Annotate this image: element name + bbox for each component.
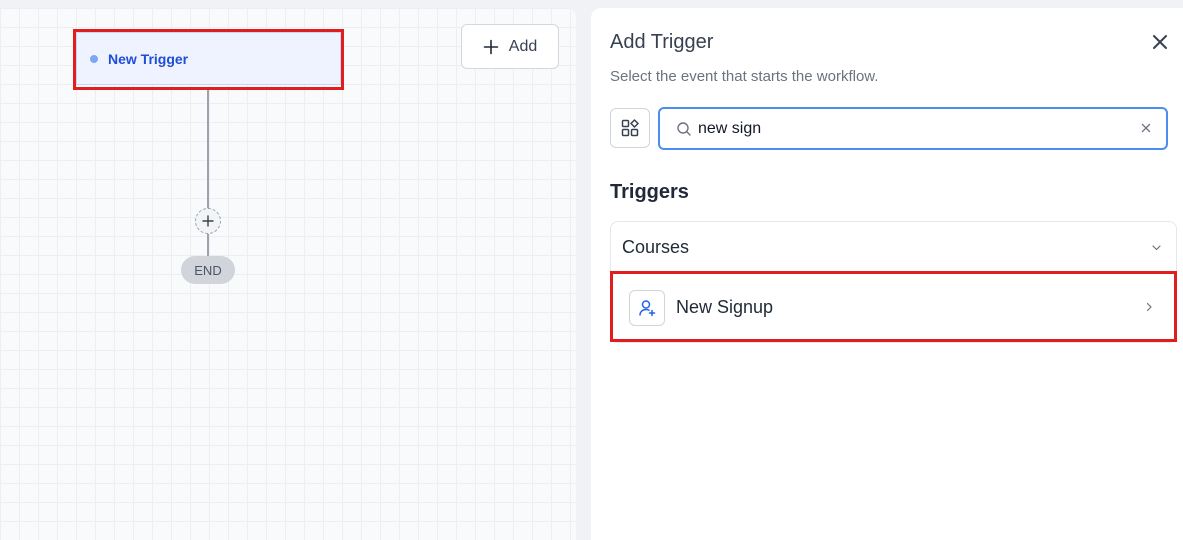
add-step-button[interactable] [195,208,221,234]
trigger-node[interactable]: New Trigger [76,32,341,85]
chevron-right-icon [1146,302,1152,312]
end-node: END [181,256,235,284]
panel-title: Add Trigger [610,31,714,53]
apps-grid-icon [621,119,639,137]
end-node-label: END [194,262,222,278]
add-button-label: Add [508,37,538,55]
close-button[interactable] [1150,32,1170,52]
section-title: Triggers [610,181,689,203]
plus-icon [483,39,499,54]
search-input[interactable] [698,119,1118,138]
chevron-down-icon [1152,245,1161,251]
status-dot [90,54,98,63]
workflow-canvas[interactable]: New Trigger END Add [0,8,576,540]
group-label: Courses [622,236,690,257]
add-button[interactable]: Add [461,24,559,69]
connector-line [207,234,209,256]
connector-line [207,90,209,216]
app-filter-button[interactable] [610,108,650,148]
trigger-item-new-signup[interactable]: New Signup [611,272,1176,342]
plus-icon [202,215,214,227]
search-field[interactable] [658,107,1168,150]
group-header[interactable]: Courses [611,222,1176,272]
trigger-node-label: New Trigger [108,50,189,67]
panel-subtitle: Select the event that starts the workflo… [610,68,879,85]
trigger-group-courses: Courses New Signup [610,221,1177,343]
add-trigger-panel: Add Trigger Select the event that starts… [591,8,1183,540]
clear-icon[interactable] [1140,122,1152,134]
close-icon [1153,35,1167,49]
trigger-item-label: New Signup [676,297,774,317]
user-plus-icon [629,289,665,326]
search-icon [677,121,691,136]
